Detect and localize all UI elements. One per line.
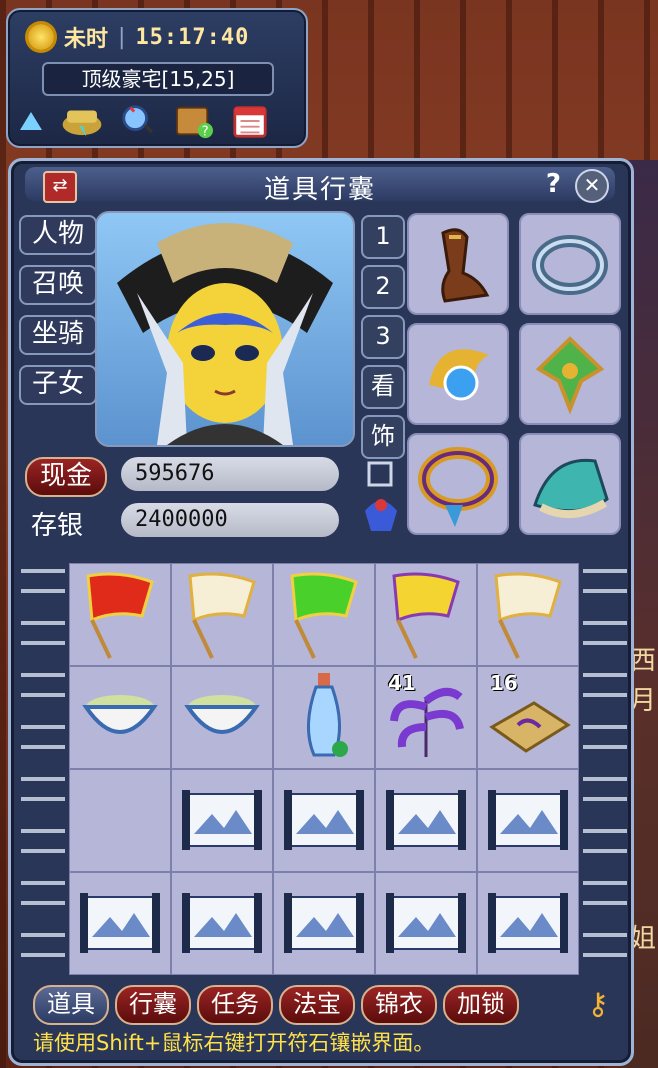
jade-pendant-icon (535, 336, 605, 415)
divider: | (118, 24, 126, 50)
white-flag-icon (188, 572, 256, 659)
inventory-slot[interactable] (375, 769, 477, 872)
clock-panel: 未时 | 15:17:40 顶级豪宅[15,25] ? (6, 8, 308, 148)
equip-slot-armor[interactable] (519, 433, 621, 535)
yellow-flag-icon (392, 572, 460, 659)
left-border-ornament (21, 563, 65, 975)
inventory-slot[interactable] (171, 769, 273, 872)
green-flag-icon (290, 572, 358, 659)
ring-icon (418, 447, 498, 527)
window-title: 道具行囊 (263, 175, 376, 205)
tab-summon[interactable]: 召唤 (19, 265, 97, 305)
inventory-slot[interactable]: 41 (375, 666, 477, 769)
view-button[interactable]: 看 (361, 365, 405, 409)
clock-time: 15:17:40 (135, 24, 250, 50)
sun-icon[interactable] (28, 24, 54, 50)
inventory-slot[interactable] (273, 666, 375, 769)
help-button[interactable]: ? (546, 169, 561, 199)
item-count: 16 (490, 671, 518, 695)
bottom-tab-bar: 道具 行囊 任务 法宝 锦衣 加锁 (33, 985, 519, 1025)
collapse-arrow-icon[interactable] (20, 112, 42, 130)
painting-scroll-icon (386, 790, 466, 850)
accessory-button[interactable]: 饰 (361, 415, 405, 459)
lock-button[interactable]: 加锁 (443, 985, 519, 1025)
inventory-slot[interactable] (375, 563, 477, 666)
inventory-slot[interactable] (69, 563, 171, 666)
inventory-slot[interactable] (273, 563, 375, 666)
inventory-slot[interactable] (477, 769, 579, 872)
inventory-slot[interactable] (69, 872, 171, 975)
soup-bowl-icon (82, 695, 158, 734)
title-bar[interactable]: ⇄ 道具行囊 ? ✕ (25, 167, 615, 205)
inventory-slot[interactable] (477, 563, 579, 666)
orb-icon (429, 349, 489, 401)
inventory-slot[interactable] (477, 872, 579, 975)
savings-value: 2400000 (121, 503, 339, 537)
page-button-1[interactable]: 1 (361, 215, 405, 259)
equip-slot-boots[interactable] (407, 213, 509, 315)
painting-scroll-icon (80, 893, 160, 953)
inventory-slot[interactable] (273, 872, 375, 975)
location-label: 顶级豪宅[15,25] (42, 62, 274, 96)
tab-quests[interactable]: 任务 (197, 985, 273, 1025)
character-portrait (95, 211, 355, 447)
painting-scroll-icon (182, 790, 262, 850)
inventory-slot[interactable] (171, 872, 273, 975)
cash-value: 595676 (121, 457, 339, 491)
tab-character[interactable]: 人物 (19, 215, 97, 255)
page-button-3[interactable]: 3 (361, 315, 405, 359)
map-search-icon[interactable] (116, 102, 160, 140)
tab-costumes[interactable]: 锦衣 (361, 985, 437, 1025)
painting-scroll-icon (488, 790, 568, 850)
painting-scroll-icon (182, 893, 262, 953)
close-button[interactable]: ✕ (575, 169, 609, 203)
inventory-slot[interactable] (375, 872, 477, 975)
bag-window: ⇄ 道具行囊 ? ✕ 人物 召唤 坐骑 子女 1 2 3 看 饰 现金 5956… (8, 158, 634, 1066)
cash-button[interactable]: 现金 (25, 457, 107, 497)
tab-children[interactable]: 子女 (19, 365, 97, 405)
tab-items[interactable]: 道具 (33, 985, 109, 1025)
page-button-2[interactable]: 2 (361, 265, 405, 309)
key-icon[interactable]: ⚷ (587, 987, 609, 1022)
armor-icon (533, 458, 609, 519)
bracelet-icon (532, 235, 608, 295)
painting-scroll-icon (284, 790, 364, 850)
inventory-slot[interactable] (69, 666, 171, 769)
soup-bowl-icon (184, 695, 260, 734)
painting-scroll-icon (284, 893, 364, 953)
quest-book-icon[interactable]: ? (172, 102, 216, 140)
savings-label: 存银 (31, 511, 84, 541)
tab-bag[interactable]: 行囊 (115, 985, 191, 1025)
hint-text: 请使用Shift+鼠标右键打开符石镶嵌界面。 (33, 1031, 435, 1055)
bird-icon[interactable] (359, 461, 403, 537)
tab-treasures[interactable]: 法宝 (279, 985, 355, 1025)
time-period-label: 未时 (64, 27, 109, 52)
equip-slot-orb[interactable] (407, 323, 509, 425)
painting-scroll-icon (386, 893, 466, 953)
equip-slot-pendant[interactable] (519, 323, 621, 425)
inventory-slot[interactable] (171, 563, 273, 666)
painting-scroll-icon (488, 893, 568, 953)
item-count: 41 (388, 671, 416, 695)
inventory-grid: 41 16 (69, 563, 579, 975)
red-flag-icon (86, 572, 154, 659)
right-border-ornament (583, 563, 627, 975)
boots-icon (441, 228, 490, 303)
inventory-slot[interactable] (273, 769, 375, 872)
inventory-slot[interactable]: 16 (477, 666, 579, 769)
calendar-icon[interactable] (228, 102, 272, 140)
white-flag-icon (494, 572, 562, 659)
character-portrait-art (117, 223, 333, 445)
tab-mount[interactable]: 坐骑 (19, 315, 97, 355)
equip-slot-ring[interactable] (407, 433, 509, 535)
quick-toolbar: ? (20, 102, 272, 140)
book-icon[interactable] (60, 102, 104, 140)
svg-text:?: ? (202, 124, 209, 139)
inventory-slot-empty[interactable] (69, 769, 171, 872)
vase-icon (306, 673, 348, 757)
inventory-slot[interactable] (171, 666, 273, 769)
equip-slot-bracelet[interactable] (519, 213, 621, 315)
clock-row: 未时 | 15:17:40 (28, 20, 286, 54)
